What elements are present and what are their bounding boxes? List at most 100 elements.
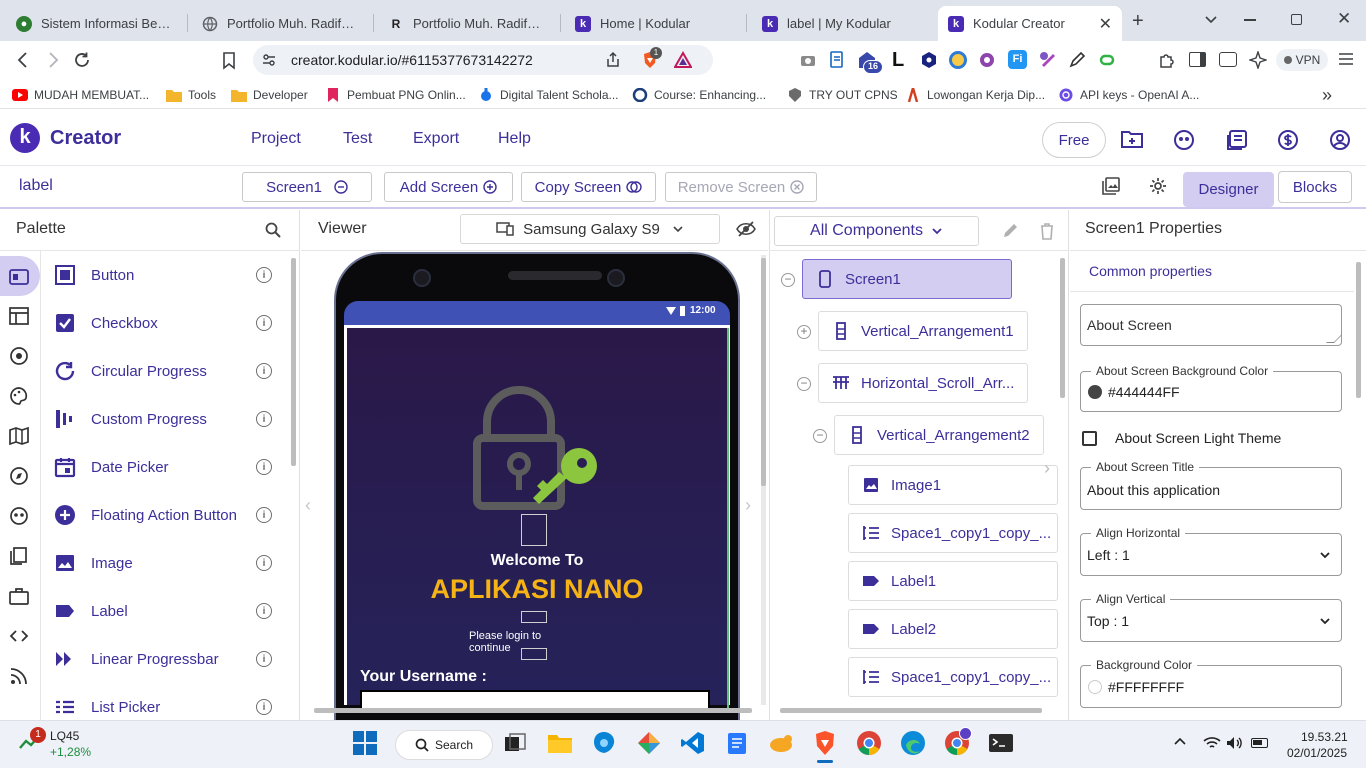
assets-icon[interactable] [1102,177,1120,195]
tree-item-screen1[interactable]: Screen1 [802,259,1012,299]
info-icon[interactable]: i [256,315,272,331]
menu-project[interactable]: Project [251,130,301,148]
resize-handle-icon[interactable] [1326,335,1342,343]
wallet-icon[interactable] [1219,52,1237,67]
collapse-toggle-icon[interactable]: − [813,429,827,443]
expand-toggle-icon[interactable]: + [797,325,811,339]
screen-select[interactable]: Screen1 [242,172,372,202]
rss-icon[interactable] [8,665,30,687]
storage-icon[interactable] [8,545,30,567]
info-icon[interactable]: i [256,267,272,283]
palette-item-custom-progress[interactable]: Custom Progress i [41,395,291,443]
info-icon[interactable]: i [256,651,272,667]
tree-scroll-right-icon[interactable]: › [1044,458,1050,479]
info-icon[interactable]: i [256,603,272,619]
browser-tab[interactable]: ● Sistem Informasi Berbasis [6,6,182,41]
media-icon[interactable] [8,345,30,367]
info-icon[interactable]: i [256,507,272,523]
copy-screen-button[interactable]: Copy Screen [521,172,656,202]
menu-help[interactable]: Help [498,130,531,148]
bookmark-item[interactable]: Digital Talent Schola... [478,86,619,104]
gear-extension-icon[interactable] [978,51,996,69]
align-horizontal-select[interactable]: Align Horizontal Left : 1 [1080,526,1342,576]
palette-item-button[interactable]: Button i [41,251,291,299]
collapse-toggle-icon[interactable]: − [781,273,795,287]
settings-gear-icon[interactable] [1149,177,1167,195]
blocks-tab[interactable]: Blocks [1278,171,1352,203]
tree-h-scrollbar[interactable] [780,708,1042,713]
palette-item-image[interactable]: Image i [41,539,291,587]
edge-icon[interactable] [900,730,928,758]
viewer-v-scrollbar[interactable] [761,258,766,486]
color-swatch[interactable] [1088,680,1102,694]
app-animal-icon[interactable] [768,730,796,758]
app-diamond-icon[interactable] [636,730,664,758]
browser-tab[interactable]: k Home | Kodular [565,6,741,41]
user-interface-icon[interactable] [8,266,30,288]
tree-item-label1[interactable]: Label1 [848,561,1058,601]
close-window-icon[interactable]: ✕ [1337,9,1351,29]
about-title-field[interactable]: About Screen Title About this applicatio… [1080,460,1342,510]
file-explorer-icon[interactable] [547,730,575,758]
browser-tab[interactable]: Portfolio Muh. Radifansya [192,6,368,41]
hide-components-icon[interactable] [736,221,756,237]
info-icon[interactable]: i [256,555,272,571]
fi-extension-icon[interactable]: Fi [1008,50,1027,69]
sensors-compass-icon[interactable] [8,465,30,487]
color-swatch[interactable] [1088,385,1102,399]
palette-item-date-picker[interactable]: Date Picker i [41,443,291,491]
bookmark-page-icon[interactable] [221,51,237,71]
tree-item-image1[interactable]: Image1 [848,465,1058,505]
browser-tab[interactable]: R Portfolio Muh. Radifansya [378,6,554,41]
volume-icon[interactable] [1226,736,1244,750]
add-screen-button[interactable]: Add Screen [384,172,513,202]
leo-ai-icon[interactable] [1249,51,1267,69]
browser-menu-icon[interactable] [1338,52,1354,66]
light-theme-checkbox[interactable] [1082,431,1097,446]
components-filter-select[interactable]: All Components [774,216,979,246]
app-blue-icon[interactable] [591,730,619,758]
new-tab-icon[interactable]: + [1132,10,1144,33]
forward-icon[interactable] [43,50,63,70]
palette-search-icon[interactable] [265,222,281,238]
palette-item-linear-progressbar[interactable]: Linear Progressbar i [41,635,291,683]
windows-start-icon[interactable] [352,730,380,758]
tree-item-label2[interactable]: Label2 [848,609,1058,649]
background-color-field[interactable]: Background Color #FFFFFFFF [1080,658,1342,708]
close-tab-icon[interactable]: ✕ [1099,14,1112,34]
omnibox[interactable]: creator.kodular.io/#6115377673142272 1 [253,45,713,75]
kodular-logo-icon[interactable]: k [10,123,40,153]
bookmark-item[interactable]: TRY OUT CPNS [787,86,898,104]
layout-icon[interactable] [8,305,30,327]
wifi-tray-icon[interactable] [1203,736,1221,750]
info-icon[interactable]: i [256,411,272,427]
bookmark-folder[interactable]: Developer [231,86,308,104]
bookmark-item[interactable]: API keys - OpenAI A... [1058,86,1199,104]
l-extension-icon[interactable]: L [892,49,904,72]
properties-scrollbar[interactable] [1356,262,1361,398]
share-icon[interactable] [604,51,622,69]
viewer-next-icon[interactable]: › [745,495,751,516]
gallery-icon[interactable] [1173,129,1195,151]
reload-icon[interactable] [72,50,92,70]
tray-chevron-up-icon[interactable] [1174,736,1186,746]
info-icon[interactable]: i [256,459,272,475]
back-icon[interactable] [13,50,33,70]
vpn-button[interactable]: VPN [1276,49,1328,71]
clock-time[interactable]: 19.53.21 [1301,730,1348,744]
info-icon[interactable]: i [256,363,272,379]
tree-item-space1-copy[interactable]: Space1_copy1_copy_... [848,657,1058,697]
chrome-icon[interactable] [856,730,884,758]
pen-extension-icon[interactable] [1068,51,1086,69]
palette-scrollbar[interactable] [291,258,296,466]
browser-tab[interactable]: k label | My Kodular [752,6,932,41]
sidebar-toggle-icon[interactable] [1189,52,1206,67]
vscode-icon[interactable] [680,730,708,758]
menu-test[interactable]: Test [343,130,372,148]
tree-item-space1-copy[interactable]: Space1_copy1_copy_... [848,513,1058,553]
menu-export[interactable]: Export [413,130,459,148]
palette-drawing-icon[interactable] [8,385,30,407]
tree-item-horizontal-scroll-arrangement[interactable]: Horizontal_Scroll_Arr... [818,363,1028,403]
maps-icon[interactable] [8,425,30,447]
rename-pencil-icon[interactable] [1001,222,1019,240]
